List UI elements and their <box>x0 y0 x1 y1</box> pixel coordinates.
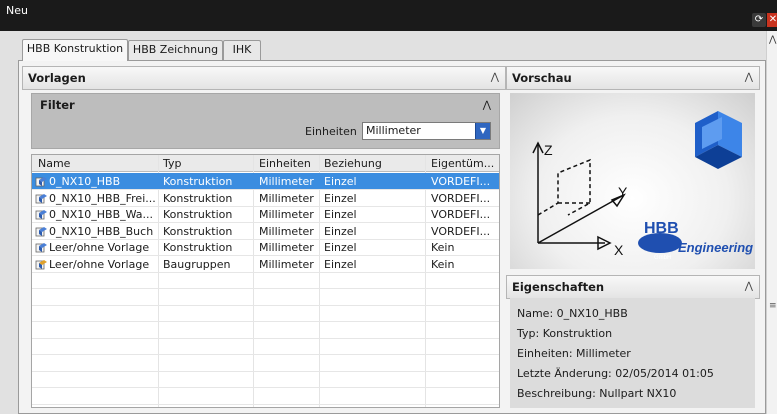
cell-eigentum: Kein <box>431 257 455 271</box>
table-row[interactable]: 0_NX10_HBB_Buch Konstruktion Millimeter Ein… <box>32 223 499 240</box>
cell-name: 0_NX10_HBB <box>49 175 121 188</box>
cell-eigentum: VORDEFI... <box>431 175 491 188</box>
svg-text:HBB: HBB <box>644 220 679 237</box>
vorlagen-title: Vorlagen <box>28 71 86 85</box>
property-einheiten: Einheiten: Millimeter <box>517 347 631 360</box>
table-row[interactable]: 0_NX10_HBB_Wa... Konstruktion Millimeter Ei… <box>32 206 499 223</box>
part-template-icon <box>35 210 47 220</box>
empty-table-row[interactable] <box>32 322 499 339</box>
collapse-filter-icon[interactable]: ⋀ <box>483 100 491 111</box>
filter-title: Filter <box>40 98 75 112</box>
cell-name: 0_NX10_HBB_Wa... <box>49 208 154 221</box>
collapse-eigenschaften-icon[interactable]: ⋀ <box>745 276 753 298</box>
tab-hbb-konstruktion[interactable]: HBB Konstruktion <box>22 39 128 61</box>
axis-z-label: Z <box>544 142 553 158</box>
column-header-eigentuemer[interactable]: Eigentüm... <box>431 157 494 170</box>
collapse-vorschau-icon[interactable]: ⋀ <box>745 67 753 89</box>
cell-beziehung: Einzel <box>324 241 357 254</box>
tab-ihk[interactable]: IHK <box>223 40 261 60</box>
empty-table-row[interactable] <box>32 355 499 372</box>
splitter-grip-icon[interactable]: ≡ <box>769 301 777 311</box>
cell-typ: Baugruppen <box>163 257 231 271</box>
cell-name: 0_NX10_HBB_Buch <box>49 224 154 238</box>
cell-beziehung: Einzel <box>324 257 357 271</box>
cell-eigentum: VORDEFI... <box>431 208 491 221</box>
properties-panel: Name: 0_NX10_HBB Typ: Konstruktion Einhe… <box>510 298 755 408</box>
units-label: Einheiten <box>305 125 357 138</box>
title-bar: Neu ⟳ ✕ <box>0 0 777 31</box>
refresh-icon[interactable]: ⟳ <box>752 13 766 27</box>
vorschau-title: Vorschau <box>512 71 572 85</box>
column-header-einheiten[interactable]: Einheiten <box>259 157 311 170</box>
cell-beziehung: Einzel <box>324 208 357 221</box>
column-header-typ[interactable]: Typ <box>163 157 182 170</box>
part-template-icon <box>35 177 47 187</box>
empty-table-row[interactable] <box>32 388 499 405</box>
empty-table-row[interactable] <box>32 289 499 306</box>
table-row[interactable]: 0_NX10_HBB Konstruktion Millimeter Einzel VO… <box>32 173 499 190</box>
cell-eigentum: VORDEFI... <box>431 191 491 205</box>
window-title: Neu <box>6 4 28 17</box>
cell-eigentum: VORDEFI... <box>431 224 491 238</box>
collapse-vorlagen-icon[interactable]: ⋀ <box>491 67 499 89</box>
assembly-template-icon <box>35 259 47 269</box>
tab-hbb-zeichnung[interactable]: HBB Zeichnung <box>128 40 223 60</box>
template-table: Name Typ Einheiten Beziehung Eigentüm...… <box>31 154 500 408</box>
cell-typ: Konstruktion <box>163 224 233 238</box>
cell-einheiten: Millimeter <box>259 224 314 238</box>
cell-typ: Konstruktion <box>163 175 233 188</box>
cell-einheiten: Millimeter <box>259 241 314 254</box>
units-select[interactable]: Millimeter ▼ <box>362 122 491 140</box>
cell-beziehung: Einzel <box>324 191 357 205</box>
table-row[interactable]: Leer/ohne Vorlage Baugruppen Millimeter Ein… <box>32 256 499 273</box>
part-template-icon <box>35 226 47 236</box>
eigenschaften-header[interactable]: Eigenschaften ⋀ <box>506 275 760 299</box>
cell-einheiten: Millimeter <box>259 257 314 271</box>
cell-name: Leer/ohne Vorlage <box>49 257 150 271</box>
cell-typ: Konstruktion <box>163 208 233 221</box>
empty-table-row[interactable] <box>32 371 499 388</box>
preview-wireframe <box>537 158 591 216</box>
cell-einheiten: Millimeter <box>259 175 314 188</box>
table-row[interactable]: 0_NX10_HBB_Frei... Konstruktion Millimeter… <box>32 190 499 207</box>
property-letzte-aenderung: Letzte Änderung: 02/05/2014 01:05 <box>517 367 714 380</box>
cell-einheiten: Millimeter <box>259 208 314 221</box>
scroll-up-icon[interactable]: ⋀ <box>769 35 776 45</box>
units-select-value: Millimeter <box>366 124 421 137</box>
preview-image: Z X Y HBB GmbH Engineering <box>510 93 755 269</box>
empty-table-row[interactable] <box>32 338 499 355</box>
hbb-engineering-logo: HBB GmbH Engineering <box>638 220 753 261</box>
cell-typ: Konstruktion <box>163 241 233 254</box>
cell-beziehung: Einzel <box>324 224 357 238</box>
svg-text:GmbH: GmbH <box>654 255 671 261</box>
svg-text:Engineering: Engineering <box>678 240 753 255</box>
cell-name: 0_NX10_HBB_Frei... <box>49 191 156 205</box>
close-button[interactable]: ✕ <box>767 13 777 27</box>
table-row[interactable]: Leer/ohne Vorlage Konstruktion Millimeter E… <box>32 239 499 256</box>
vorlagen-header[interactable]: Vorlagen ⋀ <box>22 66 506 90</box>
column-header-name[interactable]: Name <box>38 157 70 170</box>
cell-name: Leer/ohne Vorlage <box>49 241 150 254</box>
axis-x-label: X <box>614 242 624 258</box>
cell-beziehung: Einzel <box>324 175 357 188</box>
property-beschreibung: Beschreibung: Nullpart NX10 <box>517 387 677 400</box>
cell-typ: Konstruktion <box>163 191 233 205</box>
empty-table-row[interactable] <box>32 272 499 289</box>
column-header-beziehung[interactable]: Beziehung <box>324 157 382 170</box>
eigenschaften-title: Eigenschaften <box>512 280 605 294</box>
table-header: Name Typ Einheiten Beziehung Eigentüm... <box>32 155 499 172</box>
cell-eigentum: Kein <box>431 241 455 254</box>
cell-einheiten: Millimeter <box>259 191 314 205</box>
outer-scrollbar[interactable]: ⋀ ≡ <box>766 31 777 414</box>
property-typ: Typ: Konstruktion <box>517 327 613 340</box>
part-block-icon <box>695 111 742 169</box>
axis-y-label: Y <box>618 184 628 200</box>
filter-group: Filter ⋀ Einheiten Millimeter ▼ <box>31 93 500 149</box>
part-template-icon <box>35 193 47 203</box>
part-template-icon <box>35 243 47 253</box>
empty-table-row[interactable] <box>32 305 499 322</box>
property-name: Name: 0_NX10_HBB <box>517 307 628 320</box>
vorschau-header[interactable]: Vorschau ⋀ <box>506 66 760 90</box>
chevron-down-icon[interactable]: ▼ <box>475 123 490 139</box>
